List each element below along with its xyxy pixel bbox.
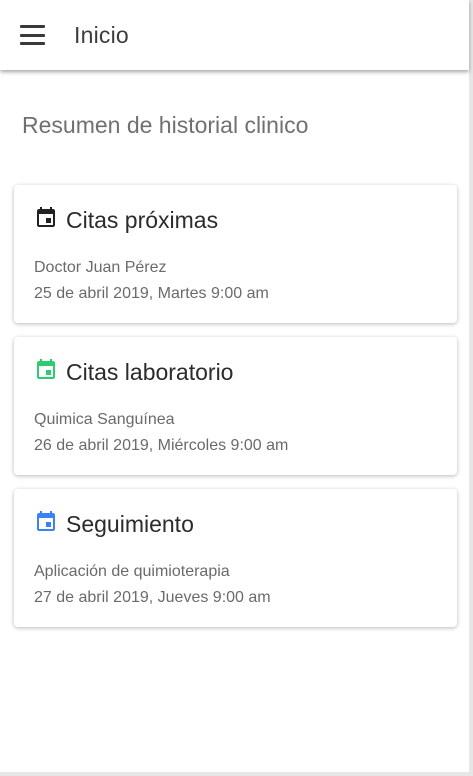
card-header: Citas próximas <box>34 206 219 234</box>
card-title: Citas próximas <box>66 207 219 233</box>
menu-bar-line <box>20 25 45 28</box>
calendar-event-icon <box>37 358 55 379</box>
card-citas-laboratorio[interactable]: Citas laboratorio Quimica Sanguínea 26 d… <box>14 337 457 475</box>
card-seguimiento[interactable]: Seguimiento Aplicación de quimioterapia … <box>14 489 457 627</box>
app-bar: Inicio <box>0 0 469 70</box>
calendar-event-icon <box>37 510 55 531</box>
app-frame: Inicio Resumen de historial clinico Cita… <box>0 0 473 776</box>
card-datetime: 26 de abril 2019, Miércoles 9:00 am <box>34 437 289 454</box>
menu-bar-line <box>20 42 45 45</box>
section-title: Resumen de historial clinico <box>22 112 309 138</box>
menu-bar-line <box>20 33 45 37</box>
card-title: Seguimiento <box>66 511 194 537</box>
page-title: Inicio <box>74 21 129 48</box>
card-header: Citas laboratorio <box>34 358 234 386</box>
card-title: Citas laboratorio <box>66 359 234 385</box>
card-datetime: 25 de abril 2019, Martes 9:00 am <box>34 285 269 302</box>
calendar-event-icon <box>37 206 55 227</box>
card-detail: Doctor Juan Pérez <box>34 259 167 276</box>
card-header: Seguimiento <box>34 510 194 538</box>
card-citas-proximas[interactable]: Citas próximas Doctor Juan Pérez 25 de a… <box>14 185 457 323</box>
card-detail: Quimica Sanguínea <box>34 411 175 428</box>
hamburger-menu-icon[interactable] <box>20 25 48 45</box>
card-datetime: 27 de abril 2019, Jueves 9:00 am <box>34 589 271 606</box>
card-detail: Aplicación de quimioterapia <box>34 563 230 580</box>
